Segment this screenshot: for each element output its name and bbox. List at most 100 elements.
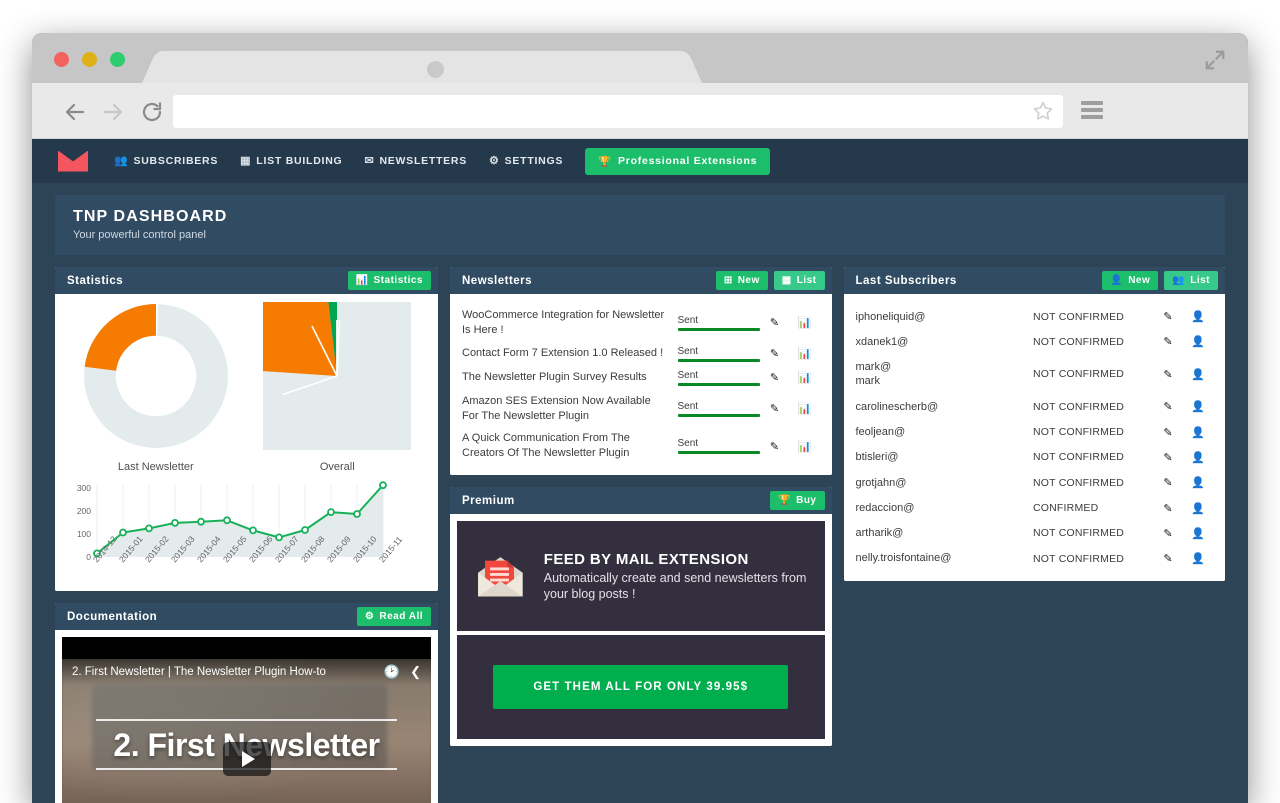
chart-overall: Overall xyxy=(225,267,438,489)
share-icon[interactable]: ❮ xyxy=(410,664,421,680)
user-icon[interactable]: 👤 xyxy=(1183,310,1213,323)
expand-icon[interactable] xyxy=(1204,49,1226,71)
video-player[interactable]: 2. First Newsletter | The Newsletter Plu… xyxy=(62,637,431,803)
list-item[interactable]: xdanek1@ NOT CONFIRMED ✎ 👤 xyxy=(856,329,1214,354)
newsletter-list-button[interactable]: ▦ List xyxy=(773,271,825,290)
video-header: 2. First Newsletter | The Newsletter Plu… xyxy=(62,659,431,685)
back-arrow-icon[interactable] xyxy=(63,100,87,124)
nav-item-list-building[interactable]: ▦ List Building xyxy=(240,155,342,167)
user-icon[interactable]: 👤 xyxy=(1183,527,1213,540)
edit-subscriber-icon[interactable]: ✎ xyxy=(1153,476,1183,489)
browser-window: 👥 Subscribers ▦ List Building ✉ Newslett… xyxy=(32,33,1248,803)
new-subscriber-button[interactable]: 👤 New xyxy=(1102,271,1159,290)
list-item[interactable]: nelly.troisfontaine@ NOT CONFIRMED ✎ 👤 xyxy=(856,546,1214,571)
newsletter-stats-icon[interactable]: 📊 xyxy=(790,371,820,384)
list-item[interactable]: carolinescherb@ NOT CONFIRMED ✎ 👤 xyxy=(856,394,1214,419)
edit-subscriber-icon[interactable]: ✎ xyxy=(1153,552,1183,565)
edit-subscriber-icon[interactable]: ✎ xyxy=(1153,310,1183,323)
edit-newsletter-icon[interactable]: ✎ xyxy=(760,371,790,384)
user-icon[interactable]: 👤 xyxy=(1183,368,1213,381)
panel-actions: ⊞ New ▦ List xyxy=(715,271,825,290)
list-item[interactable]: redaccion@ CONFIRMED ✎ 👤 xyxy=(856,495,1214,520)
status-badge: NOT CONFIRMED xyxy=(1033,310,1125,323)
promo-copy: FEED BY MAIL EXTENSION Automatically cre… xyxy=(544,551,809,602)
list-item[interactable]: artharik@ NOT CONFIRMED ✎ 👤 xyxy=(856,521,1214,546)
promo-body: Automatically create and send newsletter… xyxy=(543,570,807,601)
list-item[interactable]: btisleri@ NOT CONFIRMED ✎ 👤 xyxy=(856,445,1214,470)
promo-banner[interactable]: FEED BY MAIL EXTENSION Automatically cre… xyxy=(457,521,825,632)
edit-subscriber-icon[interactable]: ✎ xyxy=(1153,527,1183,540)
user-icon[interactable]: 👤 xyxy=(1183,502,1213,515)
panel-actions: 👤 New 👥 List xyxy=(1102,271,1218,290)
nav-item-professional-extensions[interactable]: 🏆 Professional Extensions xyxy=(585,147,771,175)
table-row[interactable]: Contact Form 7 Extension 1.0 Released ! … xyxy=(462,342,820,366)
user-icon[interactable]: 👤 xyxy=(1183,400,1213,413)
nav-label: Settings xyxy=(504,155,564,167)
browser-tab[interactable] xyxy=(142,50,702,83)
new-newsletter-button[interactable]: ⊞ New xyxy=(715,271,768,290)
promo-cta-button[interactable]: GET THEM ALL FOR ONLY 39.95$ xyxy=(493,665,789,710)
edit-subscriber-icon[interactable]: ✎ xyxy=(1153,451,1183,464)
app-navbar: 👥 Subscribers ▦ List Building ✉ Newslett… xyxy=(32,139,1248,183)
newsletter-stats-icon[interactable]: 📊 xyxy=(790,347,820,360)
nav-label: Newsletters xyxy=(379,155,468,167)
forward-arrow-icon[interactable] xyxy=(101,100,125,124)
star-icon[interactable] xyxy=(1032,100,1054,122)
edit-subscriber-icon[interactable]: ✎ xyxy=(1153,368,1183,381)
mail-logo-icon[interactable] xyxy=(58,150,88,172)
subscriber-list-button[interactable]: 👥 List xyxy=(1164,271,1218,290)
table-row[interactable]: Amazon SES Extension Now Available For T… xyxy=(462,390,820,428)
list-item[interactable]: feoljean@ NOT CONFIRMED ✎ 👤 xyxy=(856,419,1214,444)
table-row[interactable]: The Newsletter Plugin Survey Results Sen… xyxy=(462,366,820,390)
user-icon[interactable]: 👤 xyxy=(1183,426,1213,439)
nav-item-settings[interactable]: ⚙ Settings xyxy=(489,155,563,167)
edit-newsletter-icon[interactable]: ✎ xyxy=(760,347,790,360)
nav-item-newsletters[interactable]: ✉ Newsletters xyxy=(364,155,467,167)
open-envelope-document-icon xyxy=(478,557,523,597)
browser-toolbar xyxy=(32,83,1248,139)
edit-newsletter-icon[interactable]: ✎ xyxy=(760,440,790,453)
column-left: Statistics 📊 Statistics Last Newsletter … xyxy=(55,267,438,803)
edit-newsletter-icon[interactable]: ✎ xyxy=(760,316,790,329)
window-maximize-button[interactable] xyxy=(110,52,125,67)
hamburger-menu-icon[interactable] xyxy=(1081,101,1103,119)
gear-icon: ⚙ xyxy=(489,154,500,167)
panel-body: 2. First Newsletter | The Newsletter Plu… xyxy=(55,630,438,803)
edit-subscriber-icon[interactable]: ✎ xyxy=(1153,502,1183,515)
browser-titlebar xyxy=(32,33,1248,83)
user-icon[interactable]: 👤 xyxy=(1183,476,1213,489)
list-item[interactable]: mark@ mark NOT CONFIRMED ✎ 👤 xyxy=(856,355,1214,395)
newsletter-stats-icon[interactable]: 📊 xyxy=(790,316,820,329)
button-label: Buy xyxy=(796,495,817,507)
play-icon[interactable] xyxy=(222,742,271,776)
dashboard-header: TNP DASHBOARD Your powerful control pane… xyxy=(55,195,1225,255)
clock-icon[interactable]: 🕑 xyxy=(384,664,400,680)
user-icon[interactable]: 👤 xyxy=(1183,335,1213,348)
panel-title: Premium xyxy=(462,494,515,507)
read-all-button[interactable]: ⚙ Read All xyxy=(356,607,431,626)
newsletter-stats-icon[interactable]: 📊 xyxy=(790,440,820,453)
subscriber-email-text: mark@ xyxy=(855,361,892,374)
reload-icon[interactable] xyxy=(140,100,164,124)
list-item[interactable]: grotjahn@ NOT CONFIRMED ✎ 👤 xyxy=(856,470,1214,495)
user-icon[interactable]: 👤 xyxy=(1183,451,1213,464)
buy-button[interactable]: 🏆 Buy xyxy=(770,491,825,511)
panel-header: Statistics 📊 Statistics xyxy=(55,267,438,294)
table-row[interactable]: A Quick Communication From The Creators … xyxy=(462,427,820,465)
window-close-button[interactable] xyxy=(54,52,69,67)
bar-chart-icon: 📊 xyxy=(355,274,369,286)
statistics-button[interactable]: 📊 Statistics xyxy=(347,271,431,290)
edit-subscriber-icon[interactable]: ✎ xyxy=(1153,426,1183,439)
edit-subscriber-icon[interactable]: ✎ xyxy=(1153,400,1183,413)
table-row[interactable]: WooCommerce Integration for Newsletter I… xyxy=(462,304,820,342)
url-input[interactable] xyxy=(173,95,1063,128)
user-icon[interactable]: 👤 xyxy=(1183,552,1213,565)
window-minimize-button[interactable] xyxy=(82,52,97,67)
subscriber-email: redaccion@ xyxy=(855,501,915,514)
list-item[interactable]: iphoneliquid@ NOT CONFIRMED ✎ 👤 xyxy=(856,304,1214,329)
edit-subscriber-icon[interactable]: ✎ xyxy=(1153,335,1183,348)
nav-item-subscribers[interactable]: 👥 Subscribers xyxy=(114,155,218,167)
edit-newsletter-icon[interactable]: ✎ xyxy=(760,402,790,415)
newsletter-stats-icon[interactable]: 📊 xyxy=(790,402,820,415)
status-label: Sent xyxy=(677,345,699,357)
